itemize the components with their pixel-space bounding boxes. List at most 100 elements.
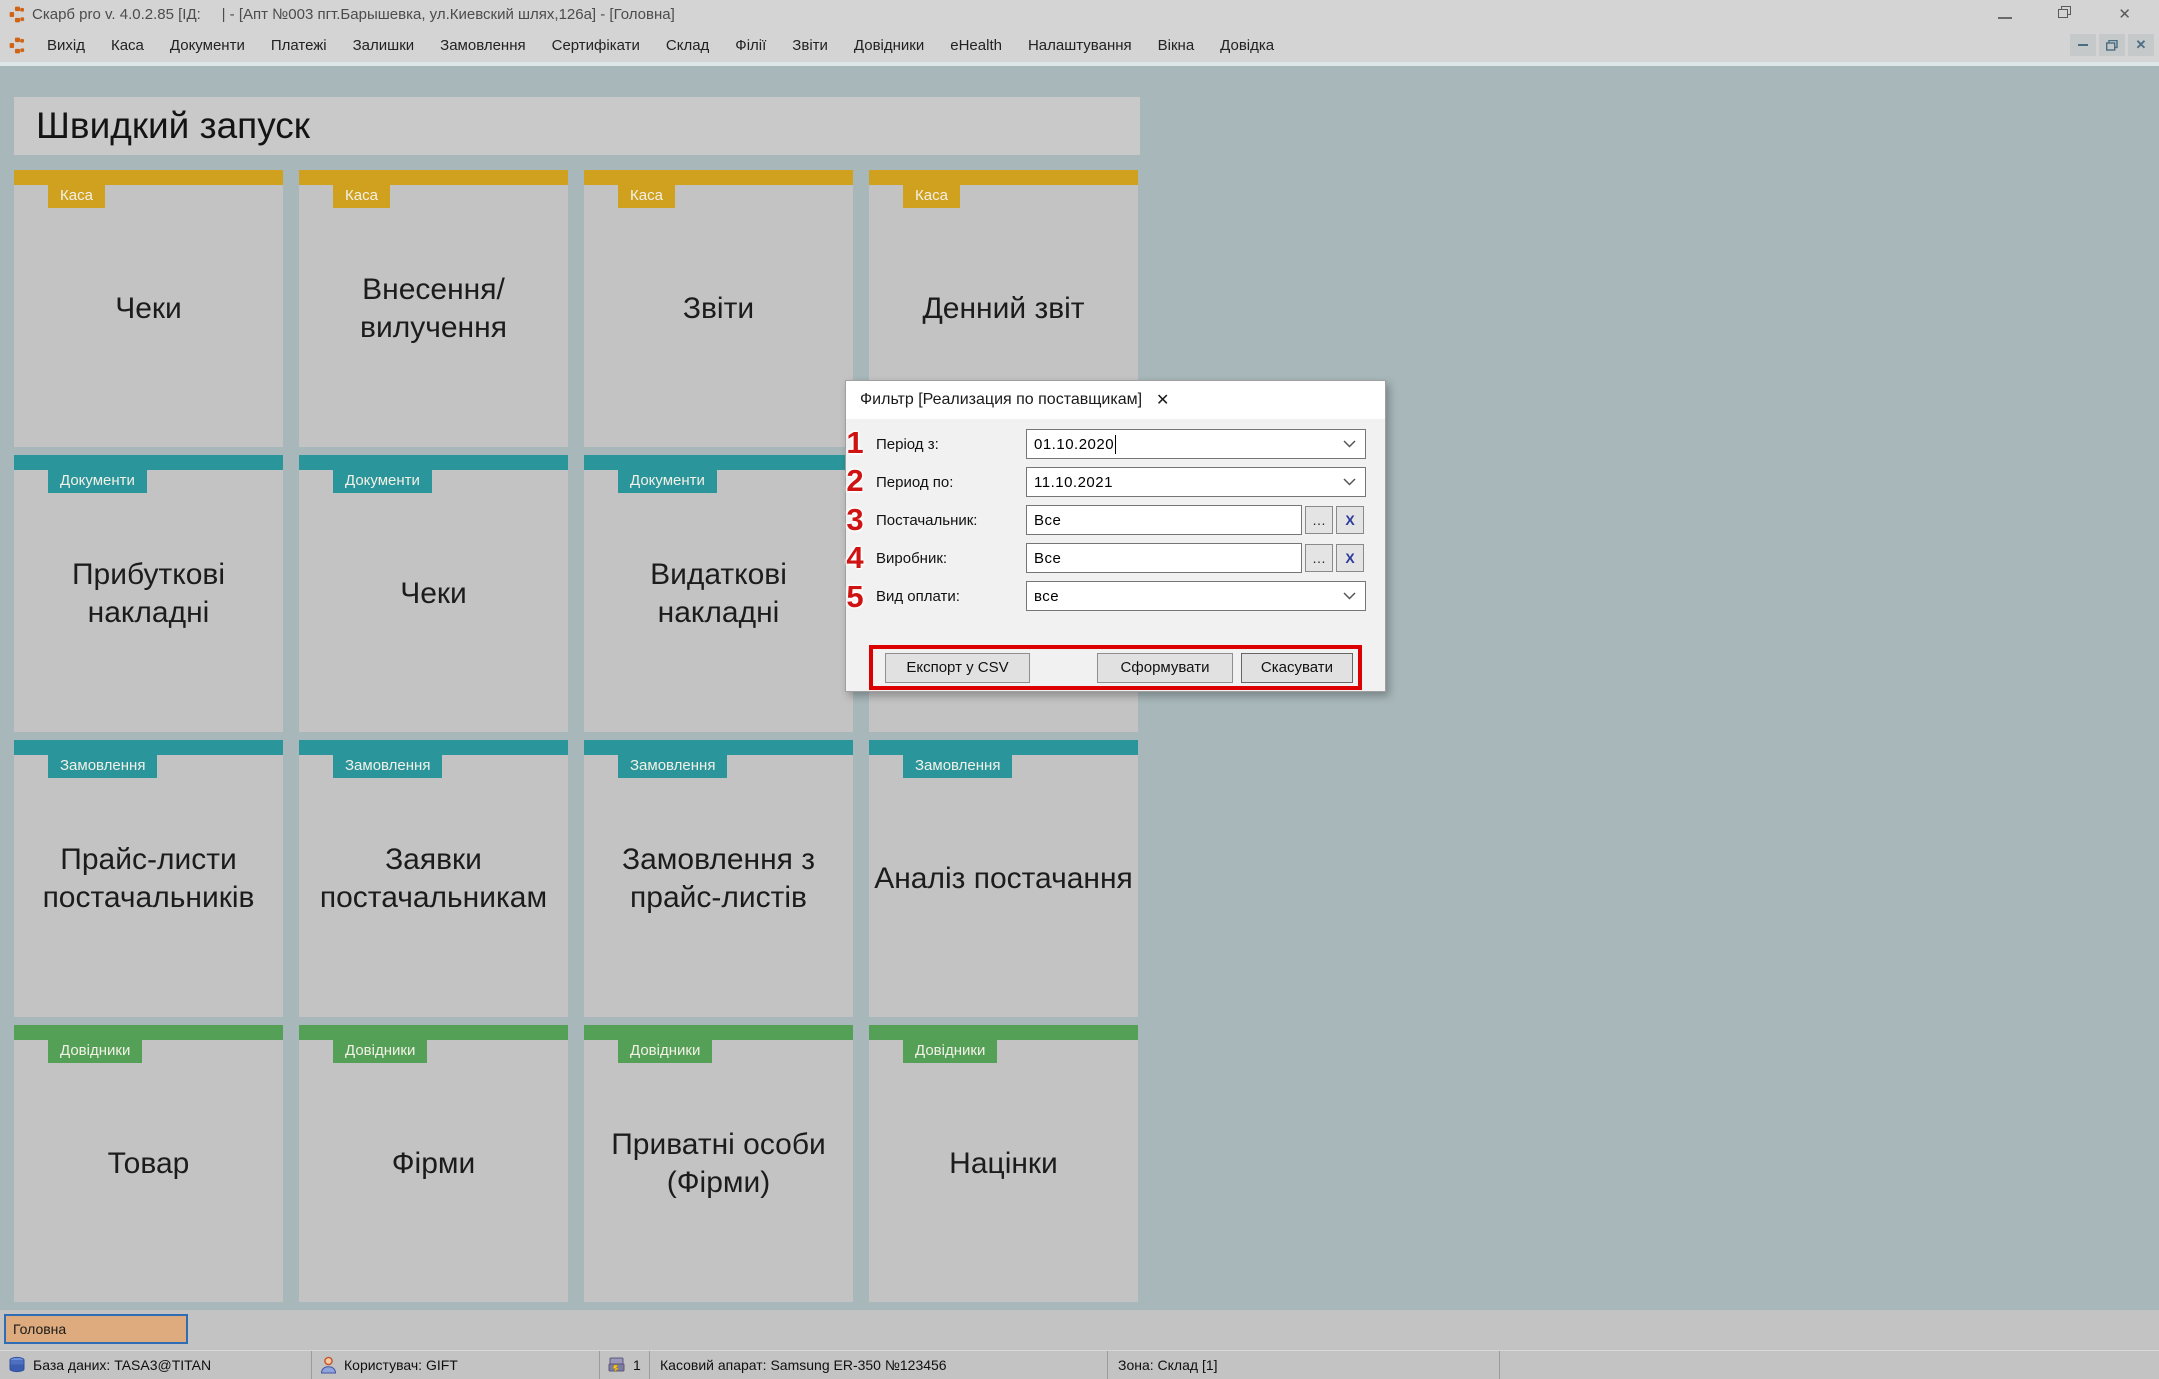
tile-category-tag: Замовлення — [48, 755, 157, 778]
dialog-close-icon[interactable]: ✕ — [1156, 390, 1169, 410]
chevron-down-icon[interactable] — [1343, 592, 1356, 600]
tile-vnesennia-vyluchennia[interactable]: Каса Внесення/вилучення — [299, 170, 568, 447]
tile-prybutkovi-nakladni[interactable]: Документи Прибуткові накладні — [14, 455, 283, 732]
menu-item-ehealth[interactable]: eHealth — [937, 31, 1015, 60]
annotation-number-4: 4 — [840, 540, 870, 576]
page-title: Швидкий запуск — [36, 105, 310, 147]
tile-category-tag: Довідники — [903, 1040, 997, 1063]
tile-label: Товар — [14, 1025, 283, 1302]
status-register-count: 1 — [600, 1351, 650, 1379]
tile-price-lists-postachalnykiv[interactable]: Замовлення Прайс-листи постачальників — [14, 740, 283, 1017]
menu-item-kasa[interactable]: Каса — [98, 31, 157, 60]
cancel-button[interactable]: Скасувати — [1241, 653, 1353, 683]
tab-holovna[interactable]: Головна — [4, 1314, 188, 1344]
status-zone-text: Зона: Склад [1] — [1118, 1357, 1218, 1373]
cash-register-icon — [608, 1357, 626, 1373]
quick-launch-header: Швидкий запуск — [14, 97, 1140, 155]
child-minimize-button[interactable] — [2070, 34, 2096, 56]
tile-label: Фірми — [299, 1025, 568, 1302]
tile-label: Аналіз постачання — [869, 740, 1138, 1017]
tile-vydatkovi-nakladni[interactable]: Документи Видаткові накладні — [584, 455, 853, 732]
restore-button[interactable] — [2058, 6, 2072, 22]
tile-cheky-dokumenty[interactable]: Документи Чеки — [299, 455, 568, 732]
menu-item-warehouse[interactable]: Склад — [653, 31, 722, 60]
tile-label: Прайс-листи постачальників — [14, 740, 283, 1017]
menu-item-orders[interactable]: Замовлення — [427, 31, 538, 60]
tile-label: Внесення/вилучення — [299, 170, 568, 447]
filter-dialog: Фильтр [Реализация по поставщикам] ✕ 1 2… — [845, 380, 1386, 692]
minimize-button[interactable] — [1998, 7, 2012, 22]
tile-category-tag: Довідники — [48, 1040, 142, 1063]
tile-category-tag: Каса — [618, 185, 675, 208]
menu-item-directories[interactable]: Довідники — [841, 31, 937, 60]
tile-category-tag: Документи — [333, 470, 432, 493]
tile-natsinky[interactable]: Довідники Націнки — [869, 1025, 1138, 1302]
tile-cheky-kasa[interactable]: Каса Чеки — [14, 170, 283, 447]
title-bar: Скарб pro v. 4.0.2.85 [ІД: | - [Апт №003… — [0, 0, 2159, 28]
field-row-payment-type: Вид оплати: все — [860, 581, 1371, 611]
highlight-rectangle: Експорт у CSV Сформувати Скасувати — [869, 645, 1362, 690]
generate-button[interactable]: Сформувати — [1097, 653, 1233, 683]
annotation-number-1: 1 — [840, 425, 870, 461]
tile-zaiavky-postachalnykam[interactable]: Замовлення Заявки постачальникам — [299, 740, 568, 1017]
child-close-button[interactable]: ✕ — [2128, 34, 2154, 56]
menu-item-certificates[interactable]: Сертифікати — [539, 31, 653, 60]
payment-type-combobox[interactable]: все — [1026, 581, 1366, 611]
menu-item-help[interactable]: Довідка — [1207, 31, 1287, 60]
dialog-title-bar[interactable]: Фильтр [Реализация по поставщикам] ✕ — [846, 381, 1385, 419]
tile-analiz-postachannia[interactable]: Замовлення Аналіз постачання — [869, 740, 1138, 1017]
export-csv-button[interactable]: Експорт у CSV — [885, 653, 1030, 683]
tile-label: Заявки постачальникам — [299, 740, 568, 1017]
supplier-field[interactable]: Все — [1026, 505, 1302, 535]
tile-category-tag: Довідники — [618, 1040, 712, 1063]
tile-label: Замовлення з прайс-листів — [584, 740, 853, 1017]
menu-item-payments[interactable]: Платежі — [258, 31, 340, 60]
tile-category-tag: Замовлення — [618, 755, 727, 778]
period-to-label: Период по: — [876, 474, 1026, 491]
supplier-clear-button[interactable]: X — [1336, 506, 1364, 534]
tile-tovar[interactable]: Довідники Товар — [14, 1025, 283, 1302]
menu-item-reports[interactable]: Звіти — [779, 31, 841, 60]
menu-item-documents[interactable]: Документи — [157, 31, 258, 60]
tile-category-tag: Каса — [903, 185, 960, 208]
menu-item-settings[interactable]: Налаштування — [1015, 31, 1145, 60]
tile-firmy[interactable]: Довідники Фірми — [299, 1025, 568, 1302]
tile-category-tag: Замовлення — [903, 755, 1012, 778]
payment-type-value: все — [1034, 588, 1059, 605]
manufacturer-browse-button[interactable]: … — [1305, 544, 1333, 572]
menu-item-windows[interactable]: Вікна — [1145, 31, 1208, 60]
manufacturer-field[interactable]: Все — [1026, 543, 1302, 573]
tile-label: Звіти — [584, 170, 853, 447]
supplier-browse-button[interactable]: … — [1305, 506, 1333, 534]
supplier-label: Постачальник: — [876, 512, 1026, 529]
menu-item-branches[interactable]: Філії — [722, 31, 779, 60]
manufacturer-value: Все — [1034, 550, 1061, 567]
tile-category-tag: Каса — [333, 185, 390, 208]
manufacturer-clear-button[interactable]: X — [1336, 544, 1364, 572]
status-cash-register-text: Касовий апарат: Samsung ER-350 №123456 — [660, 1357, 947, 1373]
chevron-down-icon[interactable] — [1343, 478, 1356, 486]
field-row-supplier: Постачальник: Все … X — [860, 505, 1371, 535]
status-database: База даних: TASA3@TITAN — [0, 1351, 312, 1379]
period-from-combobox[interactable]: 01.10.2020 — [1026, 429, 1366, 459]
tile-category-tag: Документи — [618, 470, 717, 493]
status-database-text: База даних: TASA3@TITAN — [33, 1357, 211, 1373]
field-row-manufacturer: Виробник: Все … X — [860, 543, 1371, 573]
tile-category-tag: Документи — [48, 470, 147, 493]
tile-zamovlennia-z-price-lists[interactable]: Замовлення Замовлення з прайс-листів — [584, 740, 853, 1017]
manufacturer-label: Виробник: — [876, 550, 1026, 567]
app-logo-icon — [9, 6, 26, 23]
supplier-value: Все — [1034, 512, 1061, 529]
menu-item-exit[interactable]: Вихід — [34, 31, 98, 60]
period-to-combobox[interactable]: 11.10.2021 — [1026, 467, 1366, 497]
menu-item-stock-balance[interactable]: Залишки — [340, 31, 428, 60]
child-restore-button[interactable] — [2099, 34, 2125, 56]
annotation-number-2: 2 — [840, 463, 870, 499]
tile-label: Чеки — [14, 170, 283, 447]
tile-pryvatni-osoby[interactable]: Довідники Приватні особи (Фірми) — [584, 1025, 853, 1302]
chevron-down-icon[interactable] — [1343, 440, 1356, 448]
text-caret — [1115, 435, 1116, 454]
tile-zvity[interactable]: Каса Звіти — [584, 170, 853, 447]
status-user-text: Користувач: GIFT — [344, 1357, 458, 1373]
close-button[interactable]: ✕ — [2118, 7, 2131, 22]
